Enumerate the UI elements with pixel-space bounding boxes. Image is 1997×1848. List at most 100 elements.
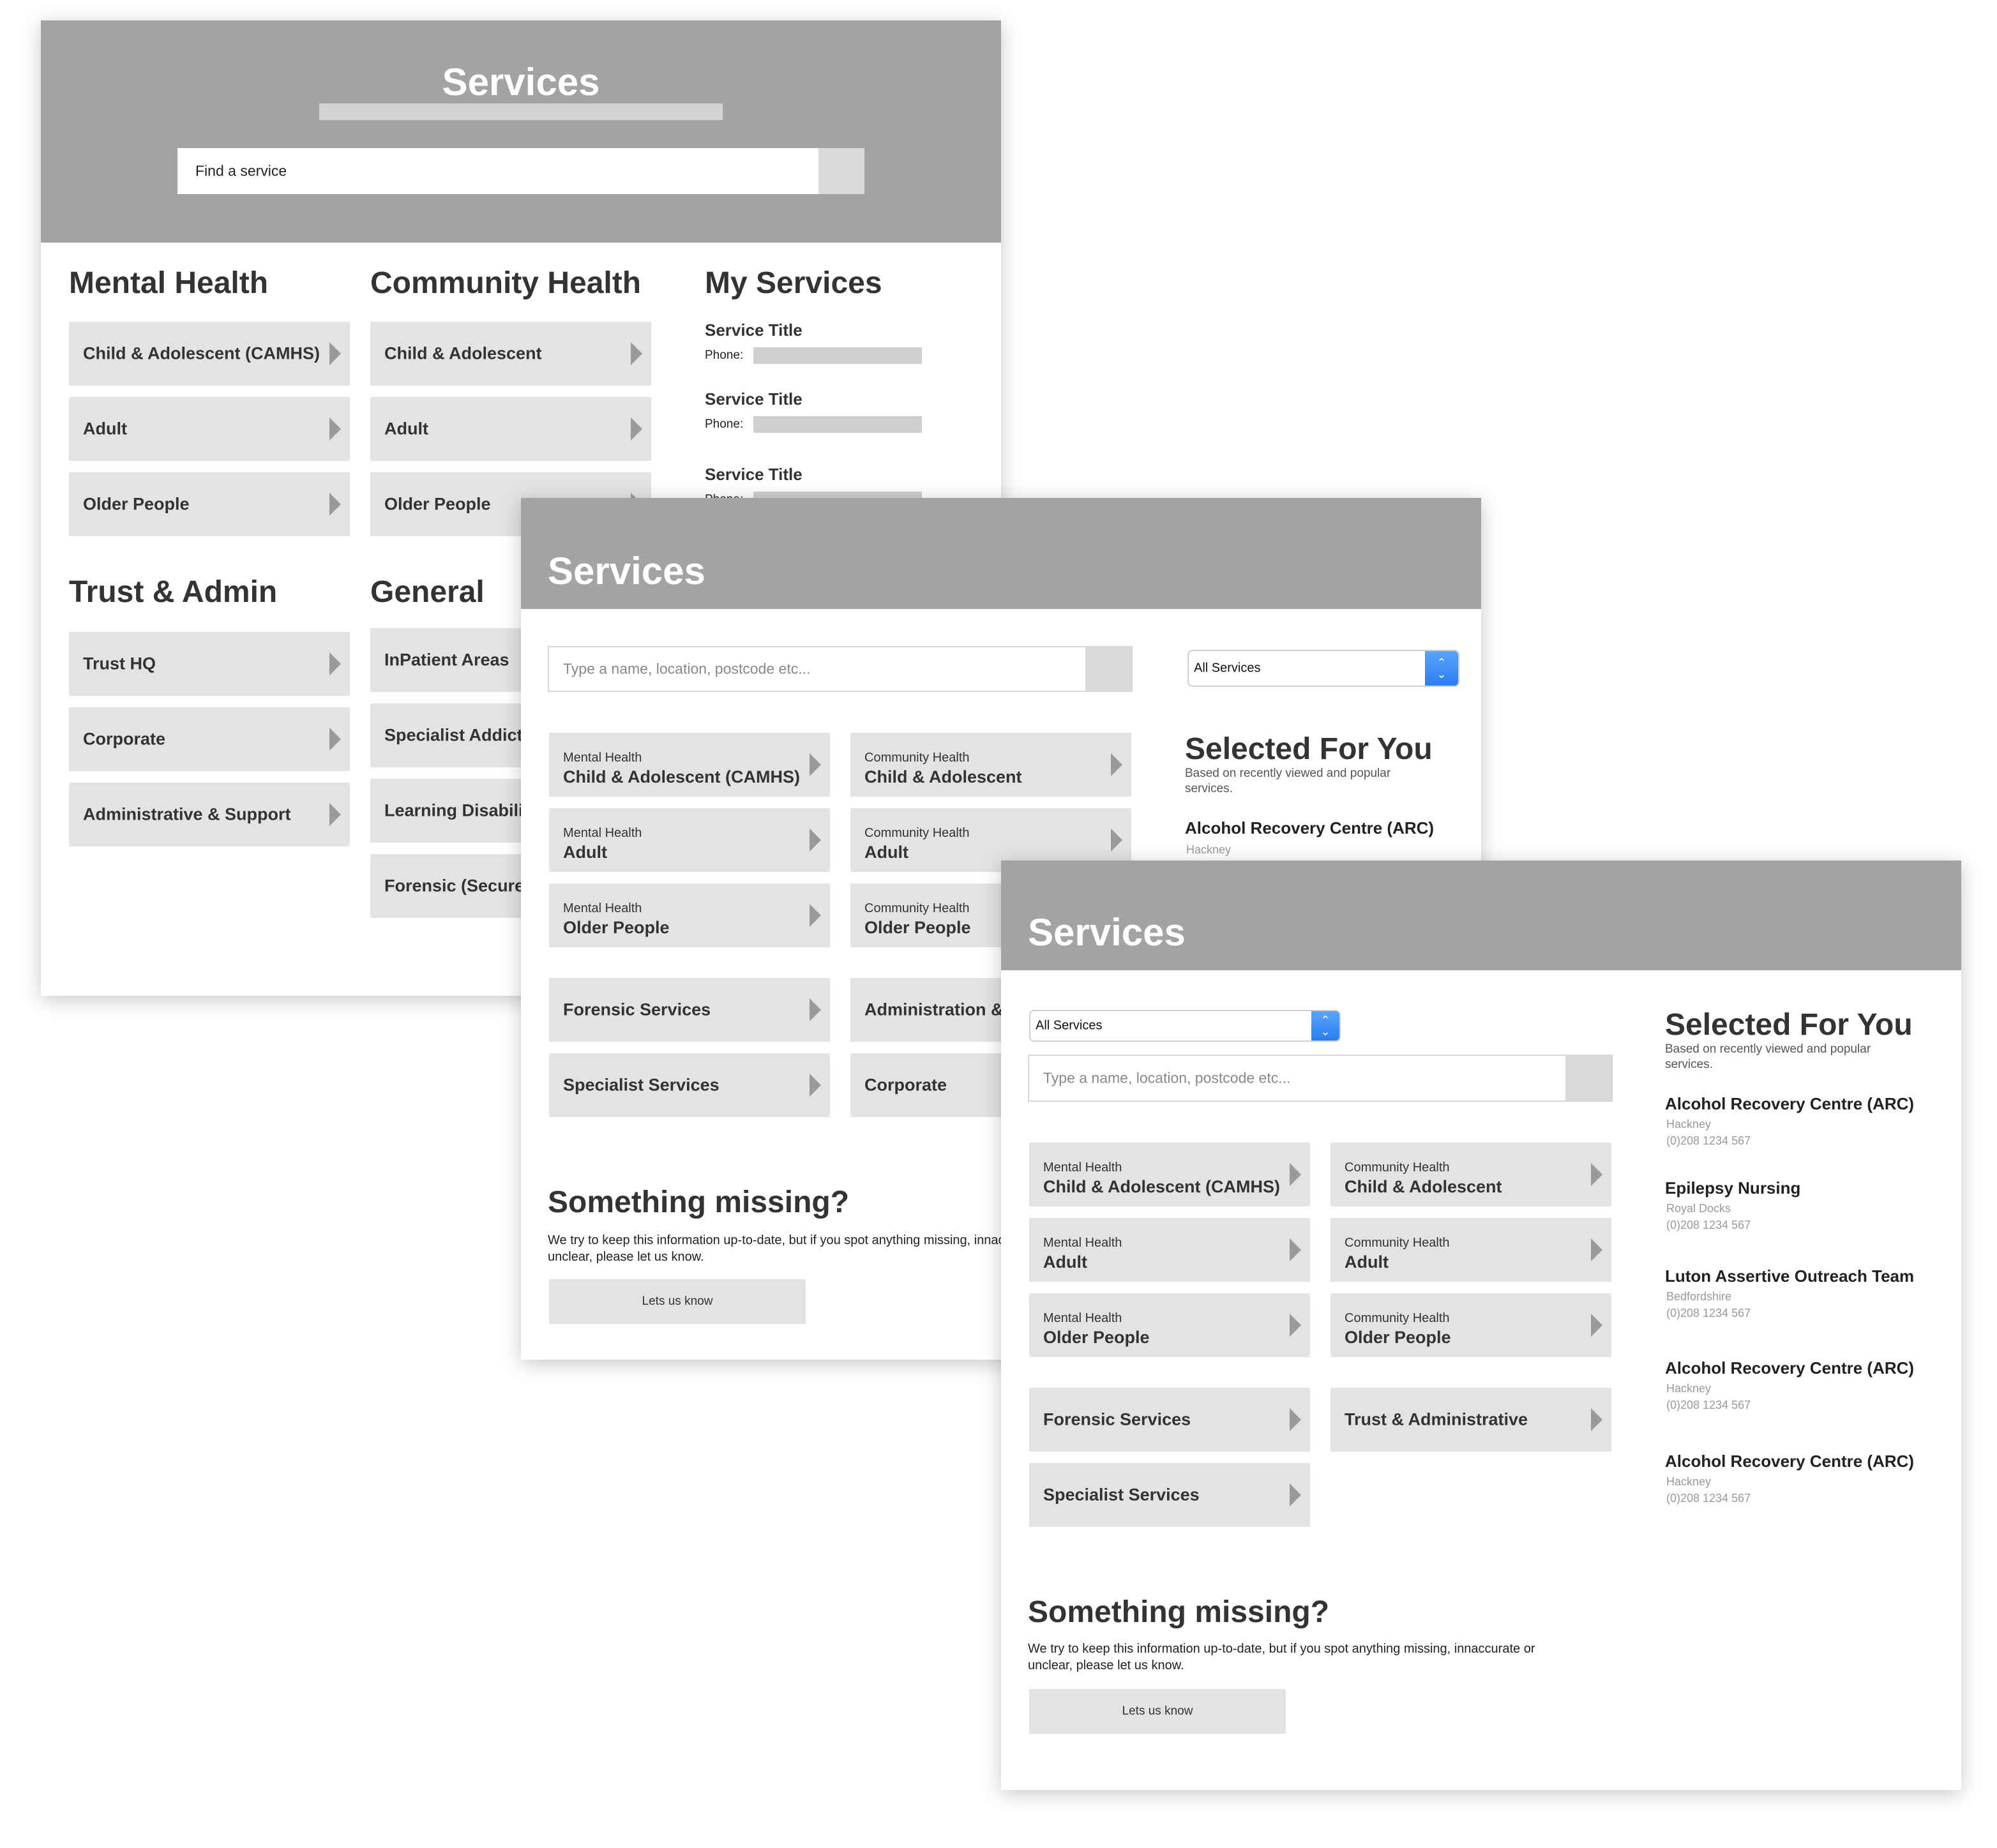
tile-label: Older People [1345,1328,1451,1347]
tile-category: Mental Health [563,901,642,915]
heading-mental-health: Mental Health [69,266,269,300]
tile-label: Child & Adolescent [384,343,542,363]
triangle-right-icon [1290,1238,1301,1261]
search-input[interactable]: Type a name, location, postcode etc... [1028,1055,1613,1102]
heading-community-health: Community Health [370,266,642,300]
select-value: All Services [1194,661,1261,675]
tile-label: Trust & Administrative [1345,1409,1528,1429]
something-missing-text: We try to keep this information up-to-da… [1028,1642,1535,1672]
tile-category: Mental Health [1043,1311,1122,1325]
service-tile[interactable]: Child & Adolescent [370,322,651,386]
tile-label: Corporate [864,1075,947,1095]
triangle-right-icon [1591,1163,1602,1186]
service-tile[interactable]: Mental Health Older People [1029,1293,1310,1357]
tile-label: Specialist Services [563,1075,720,1095]
service-filter-select[interactable]: All Services ⌃ ⌄ [1029,1010,1341,1042]
tile-category: Mental Health [563,751,642,765]
tile-label: Older People [1043,1328,1150,1347]
triangle-right-icon [810,998,821,1021]
selected-service-name[interactable]: Alcohol Recovery Centre (ARC) [1185,818,1434,838]
my-service-title[interactable]: Service Title [705,465,803,485]
service-tile[interactable]: Community Health Child & Adolescent [1330,1143,1611,1206]
tile-label: InPatient Areas [384,650,509,670]
selected-service-name[interactable]: Alcohol Recovery Centre (ARC) [1665,1094,1914,1114]
tile-label: Forensic Services [1043,1409,1191,1429]
triangle-right-icon [1111,753,1122,776]
service-filter-select[interactable]: All Services ⌃ ⌄ [1187,650,1459,687]
tile-label: Adult [864,843,908,862]
my-service-phone-label: Phone: [705,417,744,431]
tile-category: Community Health [864,826,970,840]
search-button[interactable] [818,148,864,194]
page-header: Services Find a service [41,20,1001,243]
tile-label: Adult [563,843,607,862]
service-tile[interactable]: Specialist Services [549,1053,830,1117]
up-down-chevron-icon: ⌃ ⌄ [1311,1011,1339,1040]
page-title: Services [442,61,600,103]
something-missing-title: Something missing? [1028,1595,1330,1629]
tile-label: Forensic (Secure [384,876,525,896]
triangle-right-icon [329,652,341,675]
tile-label: Specialist Addict [384,725,523,745]
my-service-phone-label: Phone: [705,349,744,362]
service-tile[interactable]: Mental Health Child & Adolescent (CAMHS) [1029,1143,1310,1206]
search-button[interactable] [1565,1056,1611,1101]
my-service-title[interactable]: Service Title [705,389,803,409]
triangle-right-icon [1591,1238,1602,1261]
service-tile[interactable]: Community Health Adult [1330,1218,1611,1282]
service-tile[interactable]: Community Health Child & Adolescent [850,733,1131,797]
service-tile[interactable]: Adult [370,397,651,461]
service-tile[interactable]: Corporate [69,707,350,771]
service-tile[interactable]: Mental Health Adult [549,808,830,872]
service-tile[interactable]: Forensic Services [549,978,830,1042]
tile-label: Adult [384,419,428,439]
tile-label: Corporate [83,729,166,749]
tile-category: Mental Health [1043,1161,1122,1175]
tile-category: Community Health [864,901,970,915]
service-tile[interactable]: Forensic Services [1029,1388,1310,1452]
service-tile[interactable]: Community Health Older People [1330,1293,1611,1357]
search-input[interactable]: Find a service [177,148,864,194]
selected-service-location: Hackney [1666,1475,1712,1488]
service-tile[interactable]: Child & Adolescent (CAMHS) [69,322,350,386]
page-title: Services [1028,911,1186,954]
tile-label: Adult [83,419,127,439]
search-placeholder: Type a name, location, postcode etc... [1043,1069,1291,1086]
triangle-right-icon [631,417,642,440]
tile-label: Child & Adolescent (CAMHS) [83,343,320,363]
tile-category: Mental Health [563,826,642,840]
tile-label: Trust HQ [83,654,156,673]
service-tile[interactable]: Administrative & Support [69,783,350,846]
triangle-right-icon [810,829,821,852]
tile-label: Learning Disabili [384,800,524,820]
triangle-right-icon [810,1074,821,1097]
tile-category: Community Health [864,751,970,765]
selected-service-phone: (0)208 1234 567 [1666,1219,1751,1231]
service-tile[interactable]: Mental Health Child & Adolescent (CAMHS) [549,733,830,797]
selected-service-name[interactable]: Epilepsy Nursing [1665,1178,1800,1198]
selected-service-location: Bedfordshire [1666,1290,1732,1303]
my-service-title[interactable]: Service Title [705,320,803,340]
service-tile[interactable]: Trust & Administrative [1330,1388,1611,1452]
tile-label: Older People [384,494,491,514]
search-input[interactable]: Type a name, location, postcode etc... [548,646,1133,692]
service-tile[interactable]: Specialist Services [1029,1463,1310,1527]
triangle-right-icon [329,493,341,516]
select-value: All Services [1036,1018,1103,1033]
something-missing-title: Something missing? [548,1185,850,1219]
service-tile[interactable]: Trust HQ [69,632,350,696]
selected-service-name[interactable]: Alcohol Recovery Centre (ARC) [1665,1358,1914,1378]
selected-for-you-subtitle: Based on recently viewed and popular ser… [1665,1042,1871,1071]
tile-label: Older People [83,494,190,514]
service-tile[interactable]: Mental Health Older People [549,883,830,947]
let-us-know-button[interactable]: Lets us know [1029,1689,1286,1734]
service-tile[interactable]: Older People [69,472,350,536]
let-us-know-button[interactable]: Lets us know [549,1279,806,1324]
service-tile[interactable]: Mental Health Adult [1029,1218,1310,1282]
triangle-right-icon [329,342,341,365]
selected-service-name[interactable]: Alcohol Recovery Centre (ARC) [1665,1452,1914,1471]
search-button[interactable] [1085,647,1131,691]
service-tile[interactable]: Adult [69,397,350,461]
triangle-right-icon [1290,1408,1301,1431]
selected-service-name[interactable]: Luton Assertive Outreach Team [1665,1266,1914,1286]
